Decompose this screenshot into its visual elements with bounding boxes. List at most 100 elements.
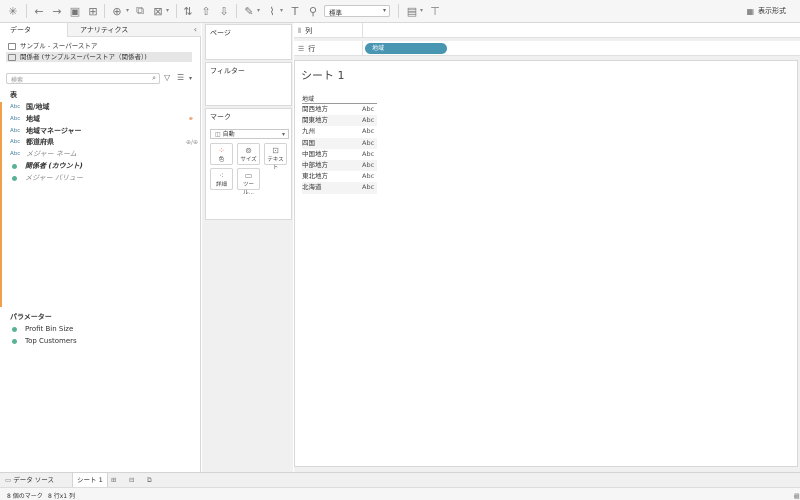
pages-title: ページ bbox=[210, 29, 231, 37]
filters-card[interactable]: フィルター bbox=[205, 62, 292, 106]
tableau-logo-icon[interactable]: ✳ bbox=[6, 4, 20, 18]
field-item[interactable]: Abc 都道府県 bbox=[10, 137, 54, 148]
field-item[interactable]: Abc 国/地域 bbox=[10, 102, 50, 113]
show-cards-icon[interactable]: ▤ bbox=[405, 4, 419, 18]
datasource-item-selected[interactable]: 関係者 (サンプルスーパーストア（関係者）) bbox=[6, 52, 192, 62]
tab-analytics[interactable]: アナリティクス bbox=[70, 23, 160, 37]
show-me-button[interactable]: ▦ 表示形式 bbox=[746, 6, 786, 16]
datasource-tab-label: データ ソース bbox=[13, 476, 54, 484]
parameter-icon bbox=[12, 327, 17, 332]
pin-icon[interactable]: ⚲ bbox=[306, 4, 320, 18]
geo-role-icon: ⊕/⊕ bbox=[186, 139, 199, 146]
size-icon: ⊚ bbox=[245, 146, 252, 155]
field-label: 国/地域 bbox=[26, 103, 50, 111]
row-value-cell: Abc bbox=[362, 105, 375, 113]
toolbar-separator bbox=[176, 4, 177, 18]
field-label: 地域マネージャー bbox=[26, 126, 82, 135]
row-header-cell: 関西地方 bbox=[302, 105, 328, 113]
duplicate-sheet-icon[interactable]: ⧉ bbox=[133, 4, 147, 18]
highlight-icon[interactable]: ✎ bbox=[242, 4, 256, 18]
new-dashboard-tab-icon[interactable]: ⊟ bbox=[129, 473, 134, 488]
row-header-cell: 中部地方 bbox=[302, 160, 328, 169]
redo-icon[interactable]: → bbox=[50, 4, 64, 18]
sheet-tab-1[interactable]: シート 1 bbox=[72, 473, 108, 488]
show-me-label: 表示形式 bbox=[758, 7, 786, 15]
sort-ascending-icon[interactable]: ⇧ bbox=[199, 4, 213, 18]
tooltip-button[interactable]: ▭ ツール... bbox=[237, 168, 260, 196]
new-worksheet-tab-icon[interactable]: ⊞ bbox=[111, 473, 116, 488]
chevron-down-icon[interactable]: ▾ bbox=[189, 75, 192, 82]
shelf-divider bbox=[362, 23, 363, 38]
text-button[interactable]: ⊡ テキスト bbox=[264, 143, 287, 171]
size-button[interactable]: ⊚ サイズ bbox=[237, 143, 260, 165]
field-item[interactable]: Abc 地域 bbox=[10, 114, 40, 125]
chevron-down-icon[interactable]: ▾ bbox=[166, 7, 169, 14]
new-worksheet-icon[interactable]: ⊕ bbox=[110, 4, 124, 18]
clear-sheet-icon[interactable]: ⊠ bbox=[151, 4, 165, 18]
table-row[interactable]: 中国地方 Abc bbox=[302, 149, 377, 160]
row-value-cell: Abc bbox=[362, 138, 375, 147]
parameter-item[interactable]: Top Customers bbox=[10, 336, 77, 347]
mark-type-select[interactable]: ◫ 自動 ▾ bbox=[210, 129, 289, 139]
status-bar: 8 個のマーク 8 行x1 列 |◂ ◂ ▸ ▸| ▦ ☰ ▤ bbox=[0, 487, 800, 500]
color-button[interactable]: ⁘ 色 bbox=[210, 143, 233, 165]
table-row[interactable]: 中部地方 Abc bbox=[302, 159, 377, 172]
view-options-icon[interactable]: ☰ bbox=[177, 73, 184, 82]
table-header[interactable]: 地域 bbox=[302, 95, 377, 104]
string-type-icon: Abc bbox=[10, 139, 21, 146]
new-datasource-icon[interactable]: ⊞ bbox=[86, 4, 100, 18]
toolbar-separator bbox=[398, 4, 399, 18]
tooltip-icon: ▭ bbox=[244, 171, 253, 180]
detail-button[interactable]: ⁖ 詳細 bbox=[210, 168, 233, 190]
pages-card[interactable]: ページ bbox=[205, 24, 292, 60]
datasource-item[interactable]: サンプル - スーパーストア bbox=[8, 41, 97, 51]
group-icon[interactable]: ⌇ bbox=[265, 4, 279, 18]
rows-pill-region[interactable]: 地域 bbox=[365, 43, 447, 54]
table-row[interactable]: 東北地方 Abc bbox=[302, 171, 377, 182]
chevron-down-icon[interactable]: ▾ bbox=[280, 7, 283, 14]
tab-data[interactable]: データ bbox=[0, 23, 68, 37]
parameter-item[interactable]: Profit Bin Size bbox=[10, 324, 73, 335]
new-story-tab-icon[interactable]: ⧉ bbox=[147, 473, 152, 488]
filter-icon[interactable]: ▽ bbox=[164, 73, 170, 82]
measure-item[interactable]: メジャー バリュー bbox=[10, 173, 83, 184]
field-item[interactable]: Abc メジャー ネーム bbox=[10, 149, 77, 160]
chevron-down-icon[interactable]: ▾ bbox=[420, 7, 423, 14]
fit-select[interactable]: 標準 ▾ bbox=[324, 5, 390, 17]
columns-shelf[interactable]: ⦀ 列 bbox=[294, 23, 800, 38]
table-row[interactable]: 九州 Abc bbox=[302, 126, 377, 137]
field-label: 地域 bbox=[26, 114, 40, 123]
mark-type-icon: ◫ bbox=[215, 131, 221, 138]
data-pane-tabs: データ アナリティクス ‹ bbox=[0, 23, 201, 37]
string-type-icon: Abc bbox=[10, 151, 21, 158]
shelf-divider bbox=[362, 41, 363, 56]
labels-icon[interactable]: T bbox=[288, 4, 302, 18]
table-row[interactable]: 関西地方 Abc bbox=[302, 104, 377, 115]
chevron-down-icon[interactable]: ▾ bbox=[257, 7, 260, 14]
row-value-cell: Abc bbox=[362, 116, 375, 125]
filmstrip-view-icon[interactable]: ▤ bbox=[794, 493, 800, 500]
rows-shelf[interactable]: ☰ 行 地域 bbox=[294, 41, 800, 56]
size-label: サイズ bbox=[240, 157, 257, 163]
measure-label: メジャー バリュー bbox=[25, 173, 83, 182]
field-item[interactable]: Abc 地域マネージャー bbox=[10, 126, 82, 137]
save-icon[interactable]: ▣ bbox=[68, 4, 82, 18]
text-label: テキスト bbox=[267, 157, 284, 171]
parameter-label: Profit Bin Size bbox=[25, 325, 74, 333]
collapse-pane-icon[interactable]: ‹ bbox=[194, 25, 197, 34]
search-input[interactable]: 検索 ⌕ bbox=[6, 73, 160, 84]
chevron-down-icon[interactable]: ▾ bbox=[126, 7, 129, 14]
undo-icon[interactable]: ← bbox=[32, 4, 46, 18]
table-row[interactable]: 四国 Abc bbox=[302, 137, 377, 149]
presentation-mode-icon[interactable]: ⊤ bbox=[428, 4, 442, 18]
measure-item[interactable]: 関係者 (カウント) bbox=[10, 161, 83, 172]
datasource-tab[interactable]: ▭ データ ソース bbox=[5, 473, 54, 488]
swap-axes-icon[interactable]: ⇅ bbox=[181, 4, 195, 18]
sheet-title[interactable]: シート 1 bbox=[301, 67, 345, 83]
sort-descending-icon[interactable]: ⇩ bbox=[217, 4, 231, 18]
selection-indicator bbox=[0, 102, 2, 307]
search-placeholder: 検索 bbox=[11, 77, 24, 84]
table-row[interactable]: 北海道 Abc bbox=[302, 182, 377, 194]
color-label: 色 bbox=[218, 157, 225, 163]
table-row[interactable]: 関東地方 Abc bbox=[302, 115, 377, 127]
